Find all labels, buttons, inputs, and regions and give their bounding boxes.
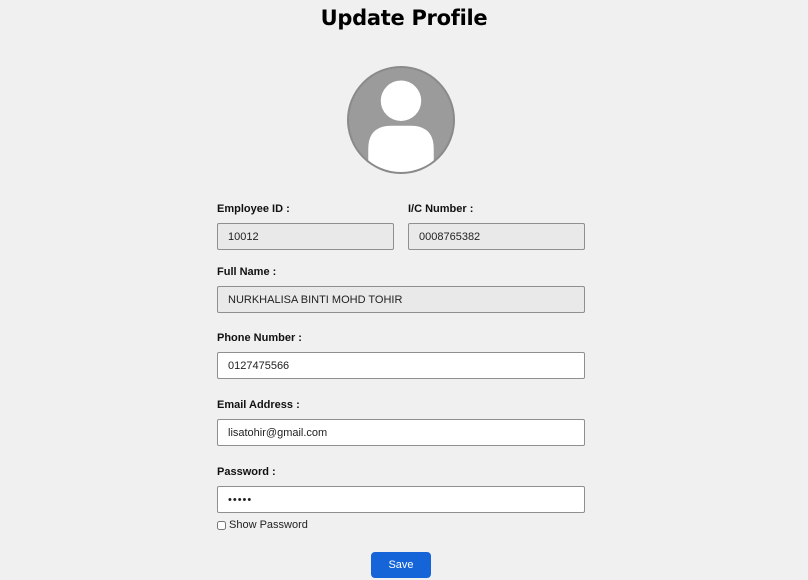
employee-id-label: Employee ID : bbox=[217, 203, 290, 215]
password-label: Password : bbox=[217, 466, 276, 478]
ic-number-field[interactable] bbox=[408, 223, 585, 250]
password-field[interactable] bbox=[217, 486, 585, 513]
full-name-field[interactable] bbox=[217, 286, 585, 313]
email-address-field[interactable] bbox=[217, 419, 585, 446]
show-password-label: Show Password bbox=[229, 519, 308, 531]
save-button[interactable]: Save bbox=[371, 552, 431, 578]
show-password-checkbox[interactable] bbox=[217, 520, 226, 530]
email-address-label: Email Address : bbox=[217, 399, 300, 411]
show-password-row: Show Password bbox=[217, 519, 308, 531]
employee-id-field[interactable] bbox=[217, 223, 394, 250]
phone-number-label: Phone Number : bbox=[217, 332, 302, 344]
page-title: Update Profile bbox=[320, 6, 488, 30]
full-name-label: Full Name : bbox=[217, 266, 277, 278]
avatar bbox=[347, 66, 455, 174]
ic-number-label: I/C Number : bbox=[408, 203, 474, 215]
phone-number-field[interactable] bbox=[217, 352, 585, 379]
user-silhouette-icon bbox=[368, 80, 434, 172]
